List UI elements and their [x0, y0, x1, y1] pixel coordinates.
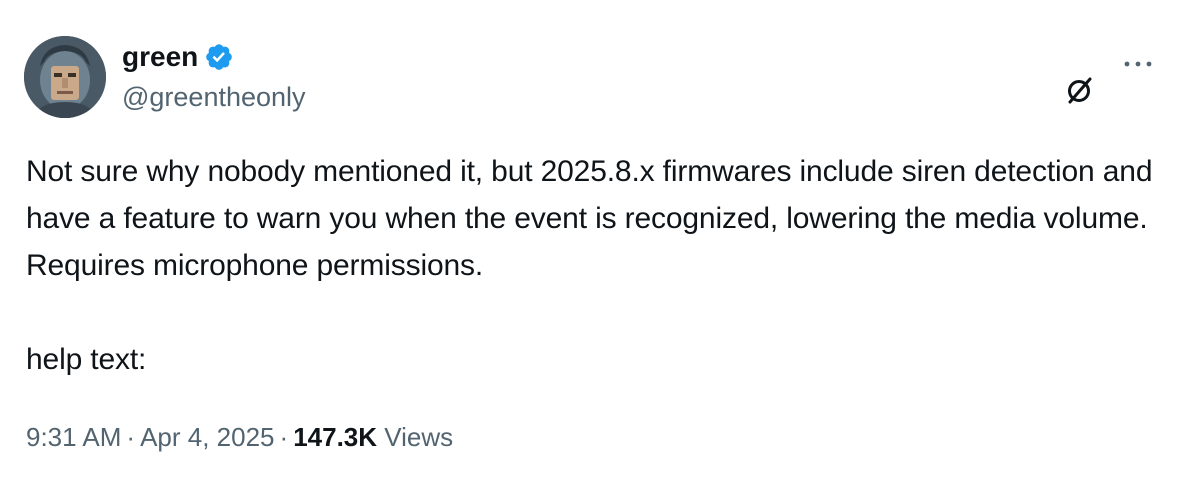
tweet-time[interactable]: 9:31 AM	[26, 422, 121, 452]
tweet-meta: 9:31 AM · Apr 4, 2025 · 147.3K Views	[26, 419, 453, 455]
views-label[interactable]: Views	[384, 422, 453, 452]
tweet-text: Not sure why nobody mentioned it, but 20…	[26, 155, 1153, 376]
author-name-row: green	[122, 40, 234, 74]
avatar-image	[24, 36, 106, 118]
author-handle[interactable]: @greentheonly	[122, 80, 306, 114]
slashed-circle-icon	[1068, 77, 1092, 104]
meta-separator: ·	[279, 422, 289, 452]
verified-badge-icon[interactable]	[204, 42, 234, 72]
views-count[interactable]: 147.3K	[293, 422, 377, 452]
more-options-button[interactable]	[1120, 52, 1156, 76]
display-name[interactable]: green	[122, 40, 198, 74]
avatar[interactable]	[24, 36, 106, 118]
tweet-date[interactable]: Apr 4, 2025	[140, 422, 274, 452]
grok-button[interactable]	[1062, 72, 1098, 108]
ellipsis-icon	[1124, 61, 1152, 67]
meta-separator: ·	[126, 422, 136, 452]
